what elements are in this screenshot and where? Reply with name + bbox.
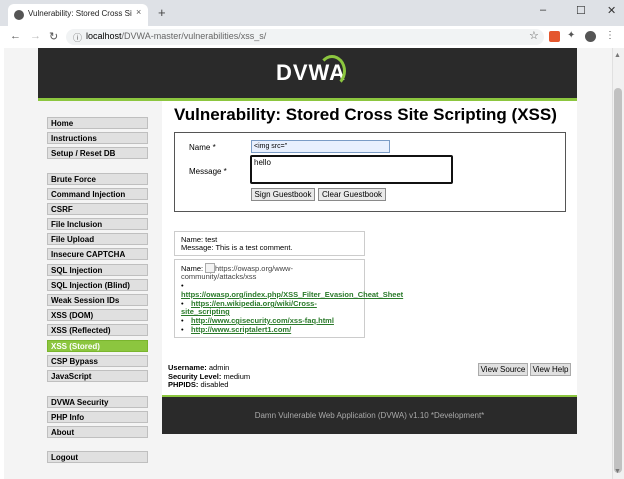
new-tab-button[interactable]: + — [158, 6, 166, 19]
puzzle-icon[interactable]: ✦ — [567, 30, 578, 41]
menu-xss-stored[interactable]: XSS (Stored) — [47, 340, 148, 352]
reload-icon[interactable]: ↻ — [49, 30, 58, 43]
menu-command-injection[interactable]: Command Injection — [47, 188, 148, 200]
menu-instructions[interactable]: Instructions — [47, 132, 148, 144]
address-bar[interactable]: ⓘ localhost/DVWA-master/vulnerabilities/… — [66, 29, 544, 45]
menu-sql-injection[interactable]: SQL Injection — [47, 264, 148, 276]
tab-title: Vulnerability: Stored Cross Site S — [28, 9, 132, 18]
url-path: /DVWA-master/vulnerabilities/xss_s/ — [121, 31, 267, 41]
phpids-status: PHPIDS: disabled — [168, 380, 228, 389]
message-label: Message * — [189, 167, 227, 176]
clear-guestbook-button[interactable]: Clear Guestbook — [318, 188, 386, 201]
phpids-label: PHPIDS: — [168, 380, 199, 389]
url-host: localhost — [86, 31, 122, 41]
extension-icon[interactable] — [549, 31, 560, 42]
menu-csrf[interactable]: CSRF — [47, 203, 148, 215]
menu-sql-injection-blind[interactable]: SQL Injection (Blind) — [47, 279, 148, 291]
menu-logout[interactable]: Logout — [47, 451, 148, 463]
menu-setup[interactable]: Setup / Reset DB — [47, 147, 148, 159]
scroll-up-icon[interactable]: ▲ — [614, 52, 621, 59]
username-label: Username: — [168, 363, 207, 372]
footer-text: Damn Vulnerable Web Application (DVWA) v… — [254, 411, 485, 420]
menu-insecure-captcha[interactable]: Insecure CAPTCHA — [47, 248, 148, 260]
favicon-icon — [14, 10, 24, 20]
name-label: Name * — [189, 143, 216, 152]
menu-home[interactable]: Home — [47, 117, 148, 129]
bullet: • — [181, 281, 184, 290]
browser-tab[interactable]: Vulnerability: Stored Cross Site S × — [8, 4, 148, 26]
bookmark-star-icon[interactable]: ☆ — [529, 29, 539, 42]
sign-guestbook-button[interactable]: Sign Guestbook — [251, 188, 315, 201]
menu-kebab-icon[interactable]: ⋮ — [605, 30, 616, 41]
menu-brute-force[interactable]: Brute Force — [47, 173, 148, 185]
maximize-button[interactable]: ☐ — [576, 4, 586, 17]
page-title: Vulnerability: Stored Cross Site Scripti… — [174, 105, 557, 124]
window-close-button[interactable]: ✕ — [607, 4, 616, 17]
menu-xss-dom[interactable]: XSS (DOM) — [47, 309, 148, 321]
menu-dvwa-security[interactable]: DVWA Security — [47, 396, 148, 408]
menu-file-inclusion[interactable]: File Inclusion — [47, 218, 148, 230]
scroll-down-icon[interactable]: ▼ — [614, 468, 621, 475]
menu-php-info[interactable]: PHP Info — [47, 411, 148, 423]
view-source-button[interactable]: View Source — [478, 363, 528, 376]
phpids-value: disabled — [200, 380, 229, 389]
entry-message: Message: This is a test comment. — [181, 243, 293, 252]
info-icon[interactable]: ⓘ — [73, 31, 82, 44]
bullet: • — [181, 325, 184, 334]
entry-link[interactable]: http://www.cgisecurity.com/xss-faq.html — [191, 316, 334, 325]
entry-link[interactable]: https://owasp.org/index.php/XSS_Filter_E… — [181, 290, 403, 299]
menu-about[interactable]: About — [47, 426, 148, 438]
username-status: Username: admin — [168, 363, 229, 372]
logo-swoosh — [318, 55, 346, 87]
username-value: admin — [208, 363, 230, 372]
scrollbar-thumb[interactable] — [614, 88, 622, 473]
menu-javascript[interactable]: JavaScript — [47, 370, 148, 382]
bullet: • — [181, 316, 184, 325]
name-input[interactable]: <img src=" — [251, 140, 390, 153]
menu-csp-bypass[interactable]: CSP Bypass — [47, 355, 148, 367]
forward-icon[interactable]: → — [30, 30, 41, 42]
menu-xss-reflected[interactable]: XSS (Reflected) — [47, 324, 148, 336]
tab-close-icon[interactable]: × — [136, 7, 141, 17]
left-strip — [0, 48, 4, 479]
footer-accent-line — [162, 395, 577, 397]
menu-weak-session-ids[interactable]: Weak Session IDs — [47, 294, 148, 306]
back-icon[interactable]: ← — [10, 30, 21, 42]
menu-file-upload[interactable]: File Upload — [47, 233, 148, 245]
message-textarea[interactable]: hello — [250, 155, 453, 184]
entry-link[interactable]: http://www.scriptalert1.com/ — [191, 325, 291, 334]
view-help-button[interactable]: View Help — [530, 363, 571, 376]
url-text[interactable]: localhost/DVWA-master/vulnerabilities/xs… — [86, 31, 266, 41]
broken-image-alt: community/attacks/xss — [181, 272, 257, 281]
minimize-button[interactable]: – — [540, 4, 546, 16]
profile-avatar[interactable] — [585, 31, 596, 42]
entry-link[interactable]: site_scripting — [181, 307, 230, 316]
